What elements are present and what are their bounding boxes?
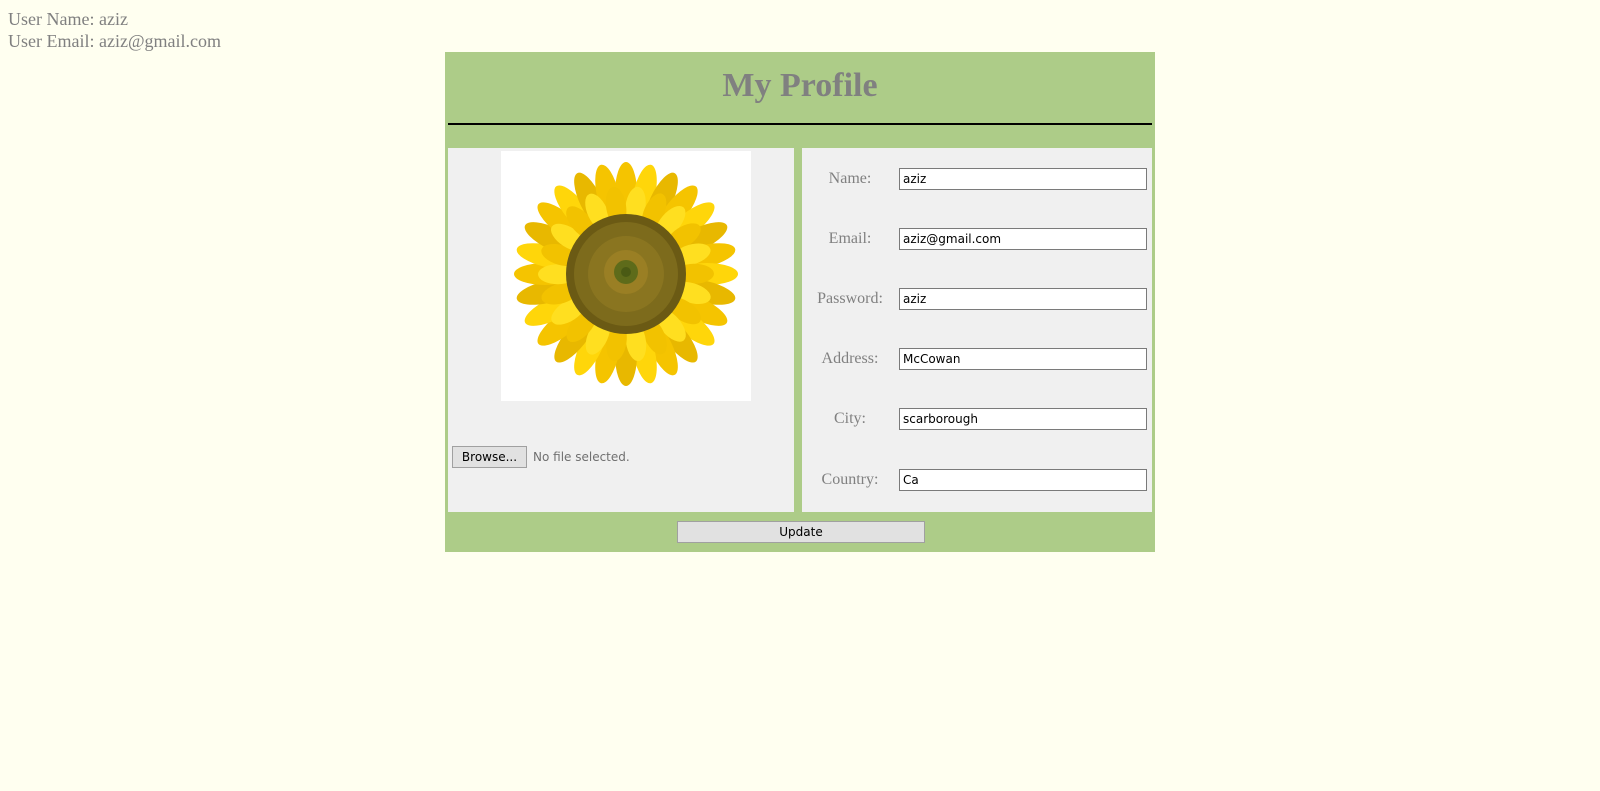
browse-button[interactable]: Browse... xyxy=(452,446,527,468)
user-name-value: aziz xyxy=(98,9,128,29)
user-name-row: User Name: aziz xyxy=(8,8,221,30)
email-label: Email: xyxy=(828,230,872,247)
password-label: Password: xyxy=(817,290,883,307)
sunflower-icon xyxy=(514,162,738,386)
sunflower-image xyxy=(501,151,751,401)
user-info: User Name: aziz User Email: aziz@gmail.c… xyxy=(8,8,221,52)
title-divider xyxy=(448,123,1152,125)
country-input[interactable] xyxy=(899,469,1147,491)
avatar-section: Browse... No file selected. xyxy=(448,148,794,512)
file-upload: Browse... No file selected. xyxy=(452,446,630,468)
address-row: Address: xyxy=(802,348,1152,372)
user-email-value: aziz@gmail.com xyxy=(98,31,222,51)
address-label: Address: xyxy=(821,350,879,367)
profile-form: Name: Email: Password: Address: City: Co… xyxy=(802,148,1152,512)
city-row: City: xyxy=(802,408,1152,432)
country-label: Country: xyxy=(821,471,879,488)
update-button[interactable]: Update xyxy=(677,521,925,543)
user-email-row: User Email: aziz@gmail.com xyxy=(8,30,221,52)
page-title: My Profile xyxy=(722,67,878,104)
name-input[interactable] xyxy=(899,168,1147,190)
email-input[interactable] xyxy=(899,228,1147,250)
address-input[interactable] xyxy=(899,348,1147,370)
email-row: Email: xyxy=(802,228,1152,252)
user-email-label: User Email: xyxy=(8,31,95,51)
user-name-label: User Name: xyxy=(8,9,95,29)
password-row: Password: xyxy=(802,288,1152,312)
file-status-text: No file selected. xyxy=(533,450,630,464)
name-label: Name: xyxy=(828,170,872,187)
profile-panel: My Profile Browse... No file selected. N… xyxy=(445,52,1155,552)
password-input[interactable] xyxy=(899,288,1147,310)
city-input[interactable] xyxy=(899,408,1147,430)
city-label: City: xyxy=(833,410,866,427)
country-row: Country: xyxy=(802,469,1152,493)
name-row: Name: xyxy=(802,168,1152,192)
